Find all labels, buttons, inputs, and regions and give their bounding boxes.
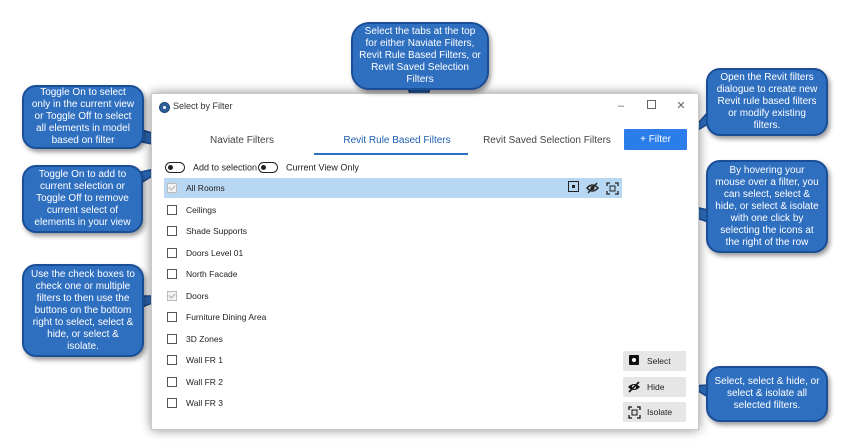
callout-filter-dialog: Open the Revit filters dialogue to creat… xyxy=(706,68,828,136)
list-item[interactable]: Doors Level 01 xyxy=(164,243,622,263)
add-to-selection-toggle-group: Add to selection xyxy=(165,162,257,174)
minimize-button[interactable]: – xyxy=(614,99,628,113)
title-bar: Select by Filter – ✕ xyxy=(152,94,698,120)
maximize-button[interactable] xyxy=(644,99,658,113)
tab-naviate-filters[interactable]: Naviate Filters xyxy=(182,134,302,152)
row-checkbox[interactable] xyxy=(167,312,177,322)
list-item[interactable]: Wall FR 3 xyxy=(164,393,622,413)
row-label: Doors Level 01 xyxy=(186,248,244,258)
select-icon[interactable] xyxy=(565,180,581,196)
callout-hover-actions: By hovering your mouse over a filter, yo… xyxy=(706,160,828,253)
select-button[interactable]: Select xyxy=(623,351,686,371)
row-checkbox[interactable] xyxy=(167,355,177,365)
list-item[interactable]: 3D Zones xyxy=(164,329,622,349)
current-view-only-toggle-group: Current View Only xyxy=(258,162,359,174)
callout-checkboxes: Use the check boxes to check one or mult… xyxy=(22,264,144,357)
row-label: All Rooms xyxy=(186,183,225,193)
list-item[interactable]: North Facade xyxy=(164,264,622,284)
hide-icon[interactable] xyxy=(584,180,600,196)
row-label: Doors xyxy=(186,291,209,301)
close-button[interactable]: ✕ xyxy=(674,99,688,113)
callout-select-all: Select, select & hide, or select & isola… xyxy=(706,366,828,422)
list-item[interactable]: Doors xyxy=(164,286,622,306)
list-item[interactable]: Wall FR 1 xyxy=(164,350,622,370)
row-label: Wall FR 2 xyxy=(186,377,223,387)
isolate-button-label: Isolate xyxy=(647,407,673,417)
isolate-button[interactable]: Isolate xyxy=(623,402,686,422)
row-checkbox[interactable] xyxy=(167,334,177,344)
row-checkbox[interactable] xyxy=(167,226,177,236)
select-by-filter-dialog: Select by Filter – ✕ Naviate Filters Rev… xyxy=(151,93,699,430)
isolate-icon[interactable] xyxy=(604,180,620,196)
tab-revit-rule-based-filters[interactable]: Revit Rule Based Filters xyxy=(332,134,462,152)
callout-add-to-selection-toggle: Toggle On to add to current selection or… xyxy=(22,165,143,233)
select-button-label: Select xyxy=(647,356,671,366)
app-icon xyxy=(159,102,170,113)
current-view-only-toggle[interactable] xyxy=(258,162,278,174)
list-item[interactable]: Shade Supports xyxy=(164,221,622,241)
row-label: Wall FR 3 xyxy=(186,398,223,408)
hide-button-label: Hide xyxy=(647,382,665,392)
row-label: Shade Supports xyxy=(186,226,247,236)
row-label: Wall FR 1 xyxy=(186,355,223,365)
row-checkbox[interactable] xyxy=(167,248,177,258)
callout-current-view-toggle: Toggle On to select only in the current … xyxy=(22,85,144,149)
maximize-icon xyxy=(646,100,656,109)
row-label: 3D Zones xyxy=(186,334,223,344)
list-item[interactable]: Ceilings xyxy=(164,200,622,220)
list-item[interactable]: Wall FR 2 xyxy=(164,372,622,392)
row-checkbox[interactable] xyxy=(167,183,177,193)
current-view-only-label: Current View Only xyxy=(286,162,359,173)
window-title: Select by Filter xyxy=(173,101,233,111)
select-icon xyxy=(627,354,641,368)
row-label: Ceilings xyxy=(186,205,217,215)
list-item[interactable]: Furniture Dining Area xyxy=(164,307,622,327)
row-checkbox[interactable] xyxy=(167,398,177,408)
row-checkbox[interactable] xyxy=(167,291,177,301)
add-to-selection-toggle[interactable] xyxy=(165,162,185,174)
row-checkbox[interactable] xyxy=(167,205,177,215)
callout-tabs: Select the tabs at the top for either Na… xyxy=(351,22,489,90)
row-checkbox[interactable] xyxy=(167,377,177,387)
row-label: Furniture Dining Area xyxy=(186,312,267,322)
row-label: North Facade xyxy=(186,269,238,279)
add-to-selection-label: Add to selection xyxy=(193,162,258,173)
hide-icon xyxy=(627,380,641,394)
active-tab-indicator xyxy=(314,153,468,155)
isolate-icon xyxy=(627,405,641,419)
list-item[interactable]: All Rooms xyxy=(164,178,622,198)
hide-button[interactable]: Hide xyxy=(623,377,686,397)
add-filter-button[interactable]: + Filter xyxy=(624,129,687,150)
row-checkbox[interactable] xyxy=(167,269,177,279)
tab-revit-saved-selection-filters[interactable]: Revit Saved Selection Filters xyxy=(472,134,622,152)
